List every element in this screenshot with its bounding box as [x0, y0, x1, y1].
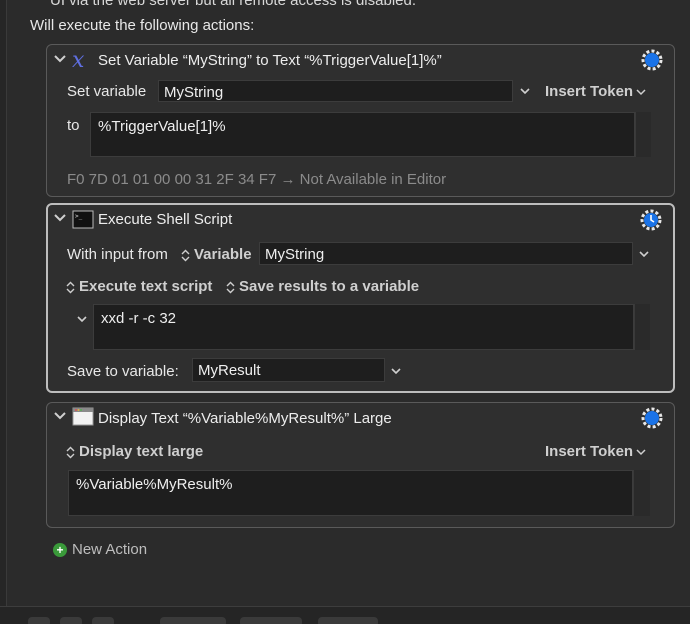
action-execute-shell-script[interactable]: >_ Execute Shell Script With input from … — [46, 203, 675, 393]
toolbar-button[interactable] — [60, 617, 82, 624]
action-header: >_ Execute Shell Script — [48, 205, 673, 235]
action-header: Display Text “%Variable%MyResult%” Large — [47, 403, 674, 433]
updown-arrows-icon — [66, 281, 75, 294]
toolbar-button[interactable] — [160, 617, 226, 624]
variable-x-icon: x — [72, 49, 85, 71]
action-title: Display Text “%Variable%MyResult%” Large — [98, 410, 392, 427]
results-mode-select[interactable]: Save results to a variable — [226, 278, 419, 295]
with-input-label: With input from — [67, 246, 168, 263]
chevron-down-icon — [636, 449, 646, 456]
gear-icon[interactable] — [640, 406, 664, 430]
left-panel-edge — [0, 0, 7, 608]
action-header: x Set Variable “MyString” to Text “%Trig… — [47, 45, 674, 75]
hex-data-line: F0 7D 01 01 00 00 31 2F 34 F7 → Not Avai… — [67, 171, 447, 188]
input-source-label: Variable — [194, 246, 252, 263]
results-mode-label: Save results to a variable — [239, 278, 420, 295]
variable-name-field[interactable]: MyString — [158, 80, 513, 102]
action-title: Set Variable “MyString” to Text “%Trigge… — [98, 52, 442, 69]
bottom-toolbar — [0, 606, 690, 624]
svg-text:>_: >_ — [75, 213, 83, 220]
toolbar-button[interactable] — [28, 617, 50, 624]
updown-arrows-icon — [66, 446, 75, 459]
toolbar-button[interactable] — [318, 617, 378, 624]
updown-arrows-icon — [226, 281, 235, 294]
display-mode-label: Display text large — [79, 443, 204, 460]
input-source-select[interactable]: Variable — [181, 246, 252, 263]
insert-token-button[interactable]: Insert Token — [545, 83, 646, 100]
save-to-variable-label: Save to variable: — [67, 363, 179, 380]
insert-token-label: Insert Token — [545, 443, 634, 460]
actions-intro-heading: Will execute the following actions: — [30, 17, 255, 34]
svg-text:x: x — [72, 49, 85, 71]
chevron-down-icon[interactable] — [53, 212, 67, 224]
script-textarea[interactable]: xxd -r -c 32 — [93, 304, 634, 350]
to-value-textarea[interactable]: %TriggerValue[1]% — [90, 112, 635, 157]
save-variable-field[interactable]: MyResult — [192, 358, 385, 382]
textarea-scrollbar[interactable] — [635, 112, 651, 157]
updown-arrows-icon — [181, 249, 190, 262]
action-display-text[interactable]: Display Text “%Variable%MyResult%” Large… — [46, 402, 675, 528]
textarea-scrollbar[interactable] — [633, 470, 650, 516]
chevron-down-icon[interactable] — [519, 86, 531, 96]
execute-mode-select[interactable]: Execute text script — [66, 278, 212, 295]
execute-mode-label: Execute text script — [79, 278, 213, 295]
input-variable-field[interactable]: MyString — [259, 242, 633, 265]
chevron-down-icon[interactable] — [53, 53, 67, 65]
insert-token-button[interactable]: Insert Token — [545, 443, 646, 460]
gear-icon[interactable] — [640, 48, 664, 72]
set-variable-label: Set variable — [67, 83, 147, 100]
chevron-down-icon[interactable] — [53, 410, 67, 422]
plus-icon: + — [53, 543, 67, 558]
insert-token-label: Insert Token — [545, 83, 634, 100]
action-title: Execute Shell Script — [98, 211, 233, 228]
toolbar-button[interactable] — [92, 617, 114, 624]
to-label: to — [67, 117, 80, 134]
window-icon — [72, 407, 94, 426]
new-action-button[interactable]: + New Action — [53, 541, 147, 558]
new-action-label: New Action — [72, 541, 148, 558]
chevron-down-icon[interactable] — [76, 314, 88, 324]
terminal-icon: >_ — [72, 210, 94, 229]
gear-clock-icon[interactable] — [639, 208, 663, 232]
chevron-down-icon[interactable] — [390, 366, 402, 376]
action-set-variable[interactable]: x Set Variable “MyString” to Text “%Trig… — [46, 44, 675, 197]
display-mode-select[interactable]: Display text large — [66, 443, 203, 460]
chevron-down-icon[interactable] — [638, 249, 650, 259]
chevron-down-icon — [636, 89, 646, 96]
remote-access-note: UI via the web server but all remote acc… — [50, 0, 416, 9]
toolbar-button[interactable] — [240, 617, 302, 624]
textarea-scrollbar[interactable] — [634, 304, 650, 350]
display-text-textarea[interactable]: %Variable%MyResult% — [68, 470, 633, 516]
